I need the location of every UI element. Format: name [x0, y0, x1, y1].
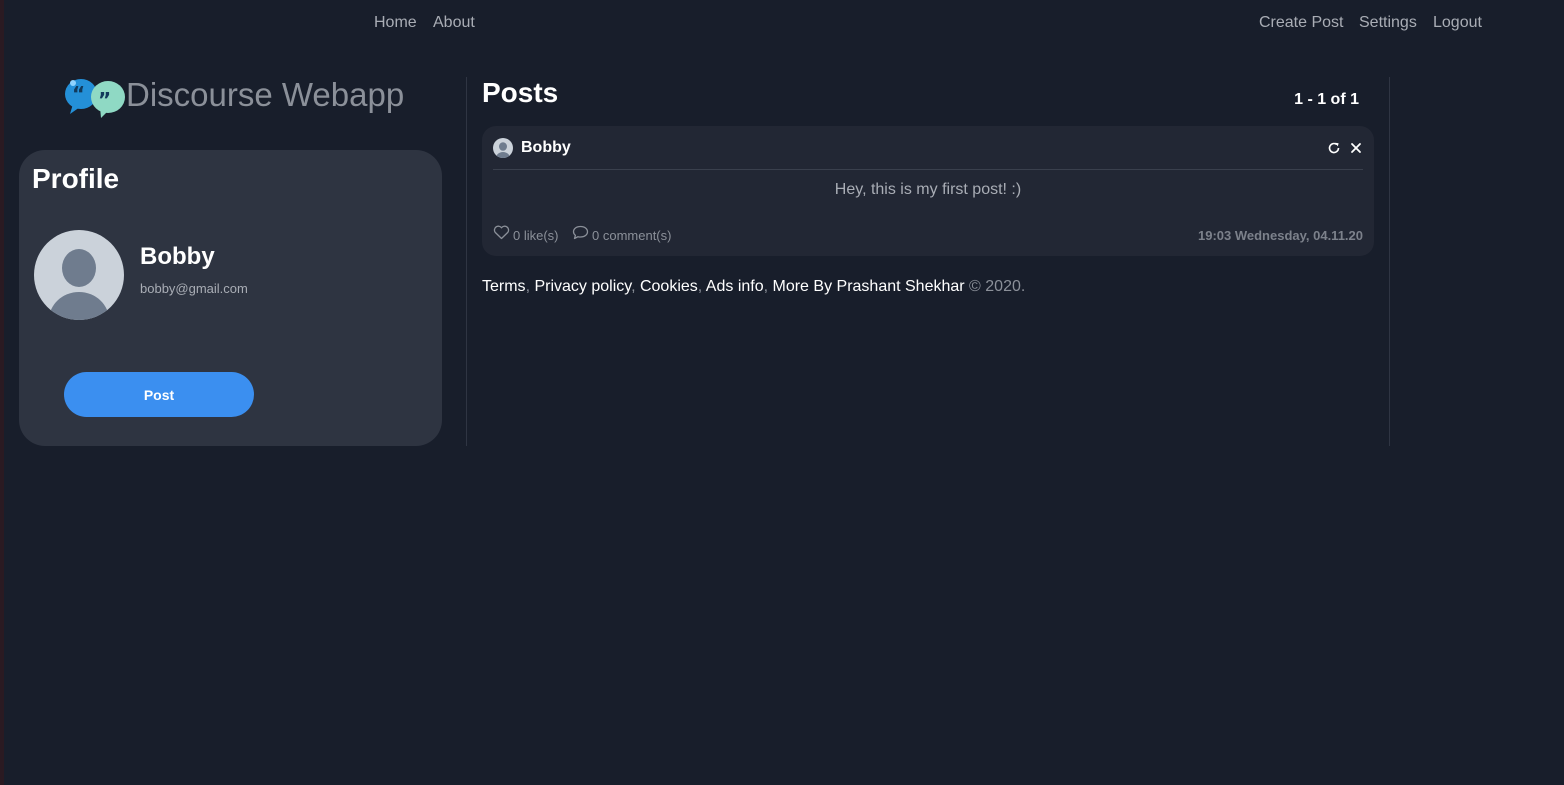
nav-logout-link[interactable]: Logout	[1433, 14, 1482, 32]
post-author-avatar	[493, 138, 513, 158]
post-timestamp: 19:03 Wednesday, 04.11.20	[1197, 228, 1363, 243]
heart-icon	[493, 225, 510, 245]
like-button[interactable]: 0 like(s)	[493, 225, 559, 245]
refresh-icon[interactable]	[1327, 141, 1341, 155]
profile-email: bobby@gmail.com	[140, 281, 248, 296]
posts-heading: Posts	[482, 77, 559, 108]
footer-separator: ,	[763, 278, 773, 295]
footer-separator: ,	[631, 278, 640, 295]
pagination-info: 1 - 1 of 1	[1294, 91, 1359, 108]
post-button[interactable]: Post	[64, 372, 254, 417]
right-column-divider	[1389, 77, 1390, 446]
likes-count: 0 like(s)	[513, 227, 559, 243]
left-column-divider	[466, 77, 467, 446]
nav-about-link[interactable]: About	[433, 14, 475, 32]
window-edge	[0, 0, 4, 785]
footer-privacy-link[interactable]: Privacy policy	[534, 278, 631, 295]
footer-ads-info-link[interactable]: Ads info	[706, 278, 764, 295]
comments-count: 0 comment(s)	[592, 227, 672, 243]
post-card: Bobby Hey, this is my first post! :) 0 l…	[482, 126, 1374, 256]
avatar	[34, 230, 124, 320]
comment-button[interactable]: 0 comment(s)	[572, 225, 672, 245]
footer-cookies-link[interactable]: Cookies	[640, 278, 698, 295]
profile-card: Profile Bobby bobby@gmail.com Post	[19, 150, 442, 446]
profile-heading: Profile	[32, 163, 120, 194]
close-icon[interactable]	[1349, 141, 1363, 155]
logo-icon: “ ”	[64, 76, 128, 120]
footer-separator: ,	[697, 278, 706, 295]
app-title: Discourse Webapp	[126, 76, 405, 113]
svg-text:“: “	[72, 82, 85, 106]
post-author[interactable]: Bobby	[521, 139, 571, 157]
footer-terms-link[interactable]: Terms	[482, 278, 526, 295]
profile-name: Bobby	[140, 243, 215, 270]
footer-copyright: © 2020.	[969, 278, 1026, 295]
post-divider	[493, 169, 1363, 170]
nav-settings-link[interactable]: Settings	[1359, 14, 1417, 32]
footer: Terms, Privacy policy, Cookies, Ads info…	[482, 278, 1025, 296]
comment-icon	[572, 225, 589, 245]
footer-more-by-link[interactable]: More By Prashant Shekhar	[773, 278, 965, 295]
nav-home-link[interactable]: Home	[374, 14, 417, 32]
svg-text:”: ”	[98, 88, 111, 112]
post-body: Hey, this is my first post! :)	[834, 181, 1022, 198]
nav-create-post-link[interactable]: Create Post	[1259, 14, 1343, 32]
